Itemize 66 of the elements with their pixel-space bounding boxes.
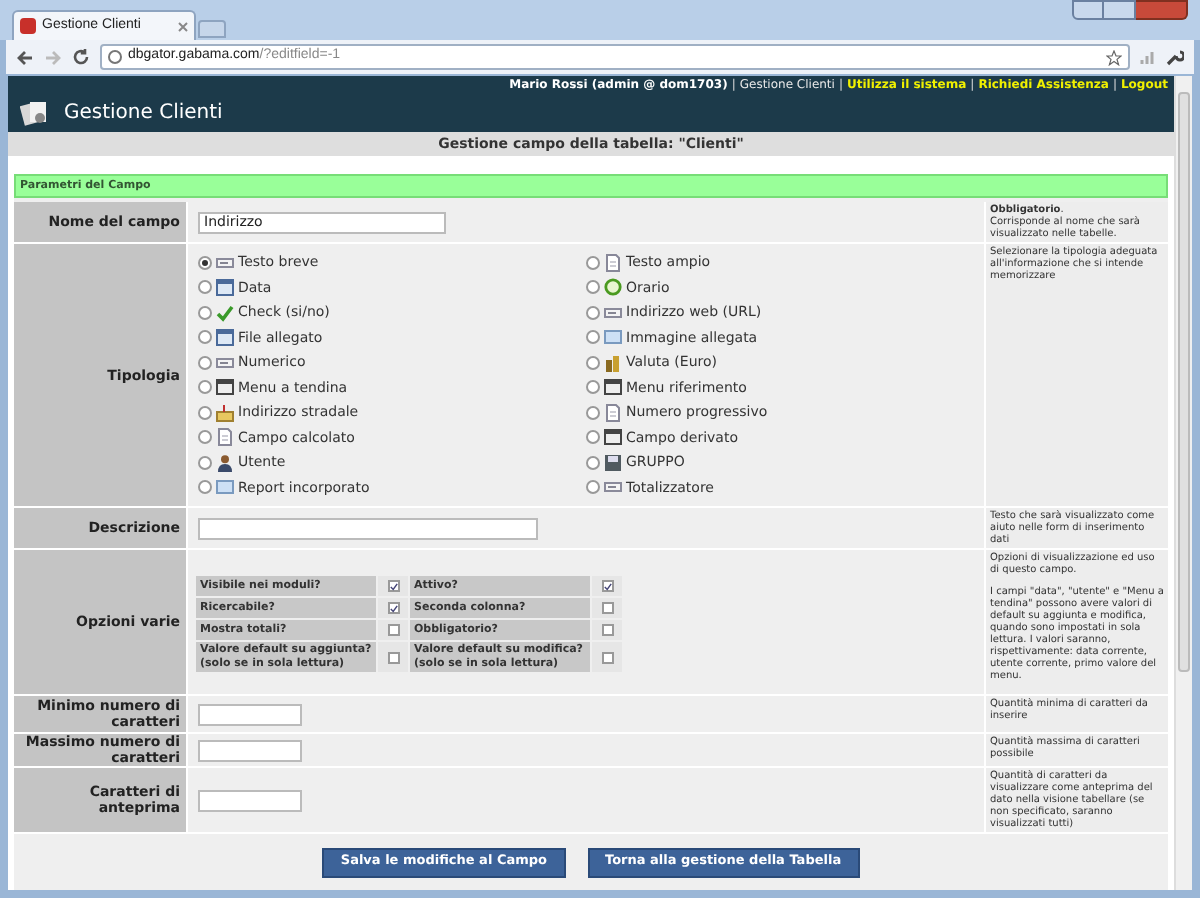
textbox-icon	[216, 353, 234, 372]
reload-icon[interactable]	[72, 48, 90, 66]
app-title: Gestione Clienti	[64, 99, 223, 128]
window-icon	[604, 428, 622, 447]
window-icon	[604, 378, 622, 397]
checkbox[interactable]	[387, 651, 399, 663]
radio-button[interactable]	[586, 405, 600, 420]
checkmark-icon	[216, 303, 234, 322]
text-field[interactable]	[198, 739, 302, 761]
checkbox[interactable]	[387, 602, 399, 614]
back-arrow-icon[interactable]	[16, 49, 34, 65]
save-icon	[604, 453, 622, 472]
radio-button[interactable]	[586, 480, 600, 495]
radio-button[interactable]	[198, 405, 212, 420]
textbox-icon	[604, 478, 622, 497]
money-icon	[604, 353, 622, 372]
new-tab-button[interactable]	[198, 20, 226, 38]
radio-button[interactable]	[586, 280, 600, 295]
star-icon[interactable]	[1106, 49, 1122, 65]
calendar-icon	[216, 278, 234, 297]
close-button[interactable]	[1136, 0, 1188, 20]
minimize-button[interactable]	[1072, 0, 1104, 20]
radio-button[interactable]	[198, 330, 212, 345]
radio-button[interactable]	[198, 380, 212, 395]
radio-button[interactable]	[198, 455, 212, 470]
radio-button[interactable]	[198, 305, 212, 320]
close-icon[interactable]	[178, 21, 188, 31]
document-icon	[604, 253, 622, 272]
checkbox[interactable]	[601, 580, 613, 592]
checkbox[interactable]	[387, 580, 399, 592]
text-field[interactable]	[198, 703, 302, 725]
radio-button[interactable]	[198, 355, 212, 370]
checkbox[interactable]	[601, 651, 613, 663]
forward-arrow-icon[interactable]	[44, 49, 62, 65]
textbox-icon	[216, 253, 234, 272]
radio-button[interactable]	[586, 380, 600, 395]
document-icon	[216, 428, 234, 447]
text-field[interactable]	[198, 789, 302, 811]
radio-button[interactable]	[586, 355, 600, 370]
app-favicon-icon	[20, 18, 36, 34]
radio-button[interactable]	[586, 430, 600, 445]
text-field[interactable]	[198, 517, 538, 539]
scrollbar[interactable]	[1174, 76, 1192, 890]
radio-button[interactable]	[586, 330, 600, 345]
checkbox[interactable]	[601, 602, 613, 614]
signal-bars-icon[interactable]	[1140, 49, 1156, 65]
picture-icon	[604, 328, 622, 347]
picture-icon	[216, 478, 234, 497]
scrollbar-thumb[interactable]	[1178, 92, 1190, 672]
cards-logo-icon	[20, 98, 48, 127]
clock-icon	[604, 278, 622, 297]
radio-button[interactable]	[586, 455, 600, 470]
checkbox[interactable]	[601, 624, 613, 636]
checkbox[interactable]	[387, 624, 399, 636]
radio-button[interactable]	[198, 480, 212, 495]
document-icon	[604, 403, 622, 422]
window-icon	[216, 378, 234, 397]
radio-button[interactable]	[198, 280, 212, 295]
calendar-icon	[216, 328, 234, 347]
person-icon	[216, 453, 234, 472]
textbox-icon	[604, 303, 622, 322]
maximize-button[interactable]	[1104, 0, 1136, 20]
radio-button[interactable]	[198, 430, 212, 445]
radio-button[interactable]	[586, 255, 600, 270]
radio-button[interactable]	[586, 305, 600, 320]
radio-button[interactable]	[198, 255, 212, 270]
